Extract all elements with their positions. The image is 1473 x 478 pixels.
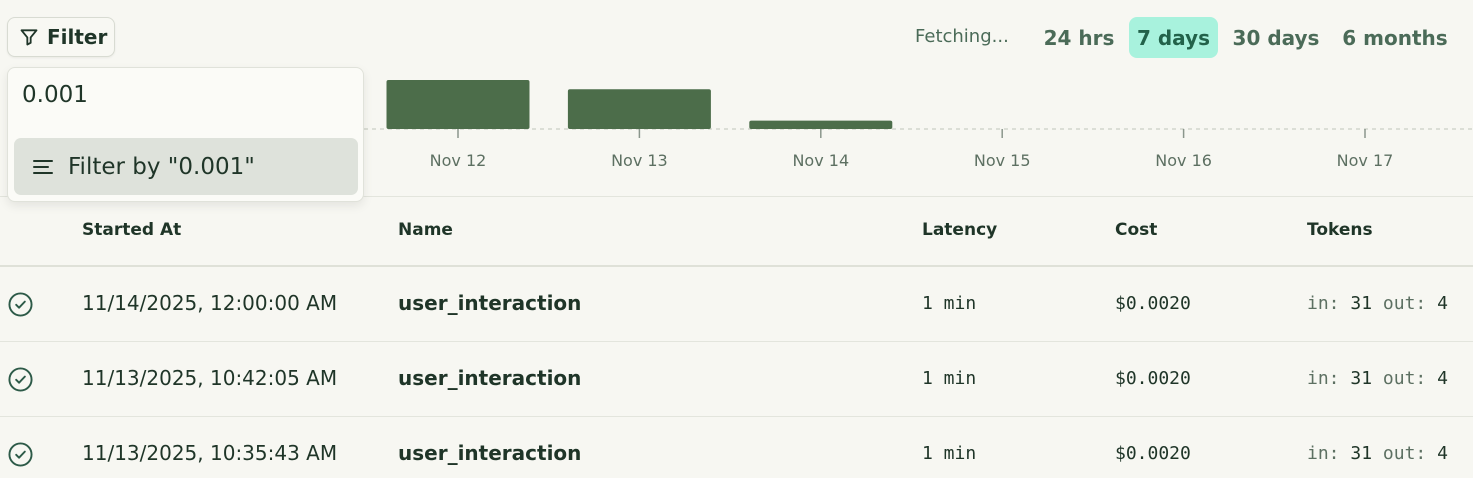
filter-by-option-label: Filter by "0.001"	[68, 153, 255, 180]
filter-icon	[20, 29, 38, 46]
column-name[interactable]: Name	[398, 220, 453, 240]
latency-cell: 1 min	[922, 368, 977, 389]
name-cell: user_interaction	[398, 291, 582, 315]
tokens-out-label: out:	[1382, 293, 1427, 314]
started-at-cell: 11/14/2025, 12:00:00 AM	[82, 291, 338, 315]
cost-cell: $0.0020	[1115, 368, 1191, 389]
chart-tick-label: Nov 14	[792, 151, 849, 170]
fetching-status: Fetching...	[915, 26, 1009, 47]
tokens-cell: in: 31 out: 4	[1307, 368, 1448, 389]
tokens-in-value: 31	[1350, 443, 1373, 464]
range-24-hrs[interactable]: 24 hrs	[1038, 17, 1120, 58]
chart-tick-label: Nov 12	[430, 151, 487, 170]
column-cost[interactable]: Cost	[1115, 220, 1157, 240]
tokens-cell: in: 31 out: 4	[1307, 293, 1448, 314]
tokens-in-value: 31	[1350, 293, 1373, 314]
chart-bar[interactable]	[386, 80, 530, 129]
tokens-out-value: 4	[1437, 293, 1448, 314]
range-6-months[interactable]: 6 months	[1335, 17, 1455, 58]
column-latency[interactable]: Latency	[922, 220, 997, 240]
cost-cell: $0.0020	[1115, 443, 1191, 464]
filter-button[interactable]: Filter	[7, 17, 115, 57]
table-row[interactable]: 11/13/2025, 10:42:05 AM user_interaction…	[0, 342, 1473, 417]
name-cell: user_interaction	[398, 366, 582, 390]
started-at-cell: 11/13/2025, 10:42:05 AM	[82, 366, 338, 390]
table-row[interactable]: 11/14/2025, 12:00:00 AM user_interaction…	[0, 267, 1473, 342]
latency-cell: 1 min	[922, 293, 977, 314]
filter-button-label: Filter	[47, 25, 108, 49]
range-7-days[interactable]: 7 days	[1129, 17, 1218, 58]
latency-cell: 1 min	[922, 443, 977, 464]
traces-page: Filter Fetching... 24 hrs 7 days 30 days…	[0, 0, 1473, 478]
tokens-out-label: out:	[1382, 368, 1427, 389]
column-tokens[interactable]: Tokens	[1307, 220, 1373, 240]
name-cell: user_interaction	[398, 441, 582, 465]
tokens-out-value: 4	[1437, 368, 1448, 389]
column-started-at[interactable]: Started At	[82, 220, 181, 240]
check-circle-icon	[8, 367, 33, 392]
tokens-out-label: out:	[1382, 443, 1427, 464]
chart-bar[interactable]	[567, 89, 711, 129]
table-row[interactable]: 11/13/2025, 10:35:43 AM user_interaction…	[0, 417, 1473, 478]
table-header: Started At Name Latency Cost Tokens	[0, 197, 1473, 267]
filter-by-option[interactable]: Filter by "0.001"	[14, 138, 358, 195]
started-at-cell: 11/13/2025, 10:35:43 AM	[82, 441, 338, 465]
chart-tick-label: Nov 17	[1337, 151, 1394, 170]
chart-bar[interactable]	[749, 120, 893, 129]
check-circle-icon	[8, 442, 33, 467]
chart-tick-label: Nov 13	[611, 151, 668, 170]
tokens-in-label: in:	[1307, 443, 1340, 464]
tokens-in-label: in:	[1307, 293, 1340, 314]
lines-icon	[33, 159, 53, 174]
check-circle-icon	[8, 292, 33, 317]
filter-search-input[interactable]	[22, 82, 342, 108]
tokens-cell: in: 31 out: 4	[1307, 443, 1448, 464]
filter-dropdown: Filter by "0.001"	[7, 67, 364, 202]
tokens-out-value: 4	[1437, 443, 1448, 464]
tokens-in-label: in:	[1307, 368, 1340, 389]
tokens-in-value: 31	[1350, 368, 1373, 389]
range-30-days[interactable]: 30 days	[1226, 17, 1326, 58]
cost-cell: $0.0020	[1115, 293, 1191, 314]
chart-tick-label: Nov 16	[1155, 151, 1212, 170]
chart-tick-label: Nov 15	[974, 151, 1031, 170]
